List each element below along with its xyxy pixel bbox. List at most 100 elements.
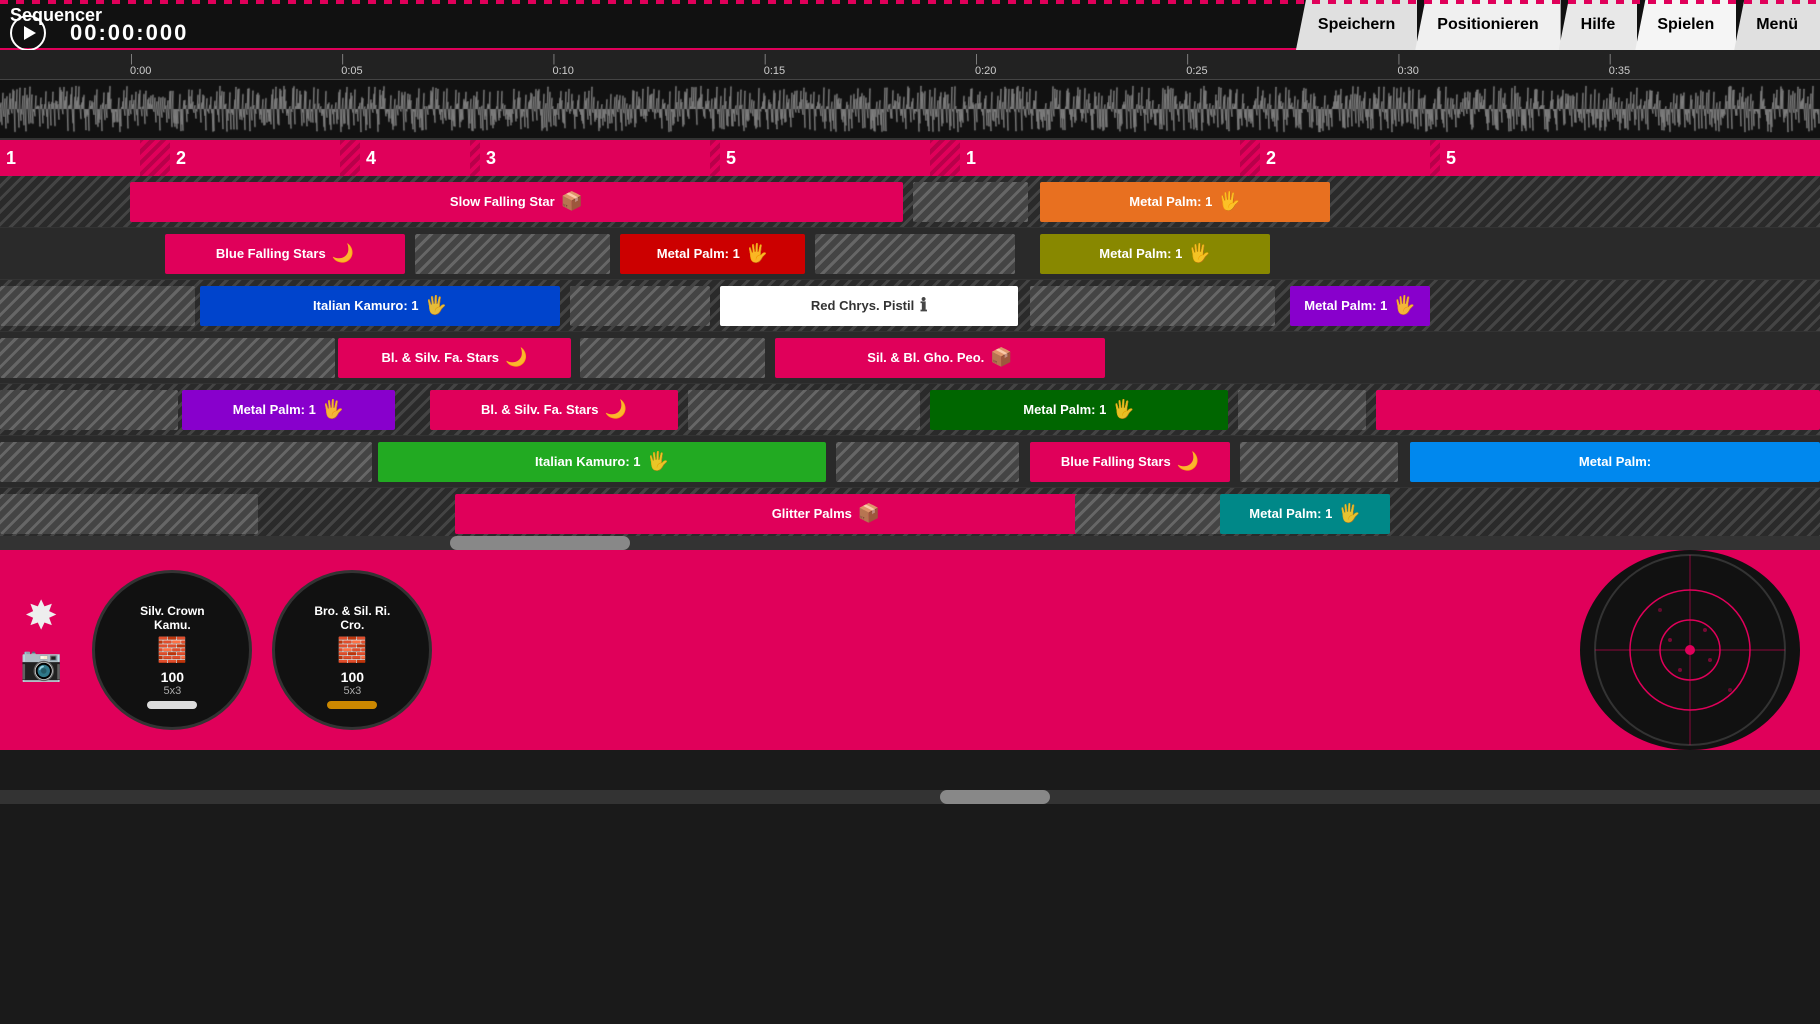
clip-sil-bl-gho[interactable]: Sil. & Bl. Gho. Peo. 📦 <box>775 338 1105 378</box>
scrollbar-area[interactable] <box>0 536 1820 550</box>
track-row: Italian Kamuro: 1 🖐 Red Chrys. Pistil ℹ … <box>0 280 1820 332</box>
clip-metal-palm-dkgreen[interactable]: Metal Palm: 1 🖐 <box>930 390 1228 430</box>
scrollbar-thumb[interactable] <box>450 536 630 550</box>
waveform <box>0 80 1820 140</box>
palm-icon: 🖐 <box>746 243 768 264</box>
track-row: Glitter Palms 📦 Metal Palm: 1 🖐 <box>0 488 1820 536</box>
clip-metal-palm-teal[interactable]: Metal Palm: 1 🖐 <box>1220 494 1390 534</box>
crosshair-panel <box>1580 550 1800 750</box>
count-badge: 100 <box>341 669 364 685</box>
segment-5b[interactable]: 5 <box>1440 140 1820 176</box>
clip-hatched <box>1238 390 1366 430</box>
segment-gap <box>710 140 720 176</box>
clip-hatched <box>1075 494 1228 534</box>
clip-metal-palm-purple2[interactable]: Metal Palm: 1 🖐 <box>182 390 395 430</box>
clip-hatched <box>0 442 372 482</box>
clip-metal-palm-red[interactable]: Metal Palm: 1 🖐 <box>620 234 805 274</box>
clip-bl-silv-fa-stars[interactable]: Bl. & Silv. Fa. Stars 🌙 <box>338 338 571 378</box>
effect-name: Bro. & Sil. Ri. Cro. <box>314 604 390 632</box>
clip-italian-kamuro[interactable]: Italian Kamuro: 1 🖐 <box>200 286 560 326</box>
bottom-scrollbar-thumb[interactable] <box>940 790 1050 804</box>
app-title: Sequencer <box>10 5 102 26</box>
box-icon: 📦 <box>990 347 1012 368</box>
ruler-mark: 0:35 <box>1609 53 1820 77</box>
star-icon: 🌙 <box>1177 451 1199 472</box>
starburst-icon: ✸ <box>24 593 58 639</box>
clip-red-chrys[interactable]: Red Chrys. Pistil ℹ <box>720 286 1018 326</box>
ruler-mark: 0:15 <box>764 53 975 77</box>
clip-hatched <box>1030 286 1275 326</box>
track-row: Blue Falling Stars 🌙 Metal Palm: 1 🖐 Met… <box>0 228 1820 280</box>
menu-button[interactable]: Menü <box>1734 0 1820 50</box>
palm-icon: 🖐 <box>1393 295 1415 316</box>
header: Sequencer 00:00:000 Speichern Positionie… <box>0 0 1820 50</box>
clip-slow-falling-star[interactable]: Slow Falling Star 📦 <box>130 182 903 222</box>
clip-metal-palm-cyan[interactable]: Metal Palm: <box>1410 442 1820 482</box>
bottom-scrollbar-area[interactable] <box>0 790 1820 804</box>
effect-silv-crown[interactable]: Silv. Crown Kamu. 🧱 100 5x3 <box>92 570 252 730</box>
clip-hatched <box>0 286 195 326</box>
segment-1b[interactable]: 1 <box>960 140 1240 176</box>
ruler-mark: 0:30 <box>1398 53 1609 77</box>
palm-icon: 🖐 <box>322 399 344 420</box>
segment-gap <box>140 140 170 176</box>
clip-hatched <box>580 338 765 378</box>
segment-1[interactable]: 1 <box>0 140 140 176</box>
ruler-mark: 0:10 <box>553 53 764 77</box>
segment-gap <box>340 140 360 176</box>
box-icon: 📦 <box>858 503 880 524</box>
clip-metal-palm-purple[interactable]: Metal Palm: 1 🖐 <box>1290 286 1430 326</box>
star-icon: 🌙 <box>332 243 354 264</box>
track-row: Italian Kamuro: 1 🖐 Blue Falling Stars 🌙… <box>0 436 1820 488</box>
ruler-mark: 0:00 <box>130 53 341 77</box>
color-bar <box>147 701 197 709</box>
clip-metal-palm-olive[interactable]: Metal Palm: 1 🖐 <box>1040 234 1270 274</box>
color-bar <box>327 701 377 709</box>
segment-gap <box>1430 140 1440 176</box>
palm-icon: 🖐 <box>1112 399 1134 420</box>
segment-2b[interactable]: 2 <box>1260 140 1430 176</box>
mortar-icon: 🧱 <box>157 636 187 665</box>
segment-gap <box>470 140 480 176</box>
clip-metal-palm-orange[interactable]: Metal Palm: 1 🖐 <box>1040 182 1330 222</box>
clip-hatched <box>0 338 335 378</box>
mortar-icon: 🧱 <box>337 636 367 665</box>
bottom-panel: ✸ 📷 ▲| Silv. Crown Kamu. 🧱 100 5x3 Bro. … <box>0 550 1820 750</box>
star-icon: 🌙 <box>505 347 527 368</box>
clip-italian-kamuro2[interactable]: Italian Kamuro: 1 🖐 <box>378 442 826 482</box>
segment-3[interactable]: 3 <box>480 140 710 176</box>
ruler-mark: 0:05 <box>341 53 552 77</box>
track-row: Slow Falling Star 📦 Metal Palm: 1 🖐 <box>0 176 1820 228</box>
segment-5[interactable]: 5 <box>720 140 930 176</box>
waveform-canvas <box>0 80 1820 138</box>
clip-blue-falling-stars[interactable]: Blue Falling Stars 🌙 <box>165 234 405 274</box>
palm-icon: 🖐 <box>425 295 447 316</box>
count-badge: 100 <box>161 669 184 685</box>
play-nav-button[interactable]: Spielen <box>1635 0 1736 50</box>
segment-2[interactable]: 2 <box>170 140 340 176</box>
clip-blue-falling-stars2[interactable]: Blue Falling Stars 🌙 <box>1030 442 1230 482</box>
sub-badge: 5x3 <box>163 685 181 697</box>
clip-hatched <box>1240 442 1398 482</box>
segment-4[interactable]: 4 <box>360 140 470 176</box>
segment-gap <box>1240 140 1260 176</box>
palm-icon: 🖐 <box>1188 243 1210 264</box>
clip-icon: 📦 <box>561 191 583 212</box>
position-button[interactable]: Positionieren <box>1415 0 1560 50</box>
save-button[interactable]: Speichern <box>1296 0 1417 50</box>
clip-hatched <box>815 234 1015 274</box>
segment-gap <box>930 140 960 176</box>
ruler-mark: 0:25 <box>1186 53 1397 77</box>
sub-badge: 5x3 <box>343 685 361 697</box>
info-icon: ℹ <box>920 295 927 316</box>
palm-icon: 🖐 <box>647 451 669 472</box>
clip-hatched <box>688 390 920 430</box>
help-button[interactable]: Hilfe <box>1559 0 1638 50</box>
palm-icon: 🖐 <box>1338 503 1360 524</box>
clip-hatched <box>0 494 258 534</box>
clip-pink-end[interactable] <box>1376 390 1820 430</box>
camera-icon: 📷 <box>20 644 62 684</box>
clip-bl-silv-fa-stars2[interactable]: Bl. & Silv. Fa. Stars 🌙 <box>430 390 678 430</box>
effect-bro-sil[interactable]: Bro. & Sil. Ri. Cro. 🧱 100 5x3 <box>272 570 432 730</box>
nav-buttons: Speichern Positionieren Hilfe Spielen Me… <box>1298 0 1820 50</box>
